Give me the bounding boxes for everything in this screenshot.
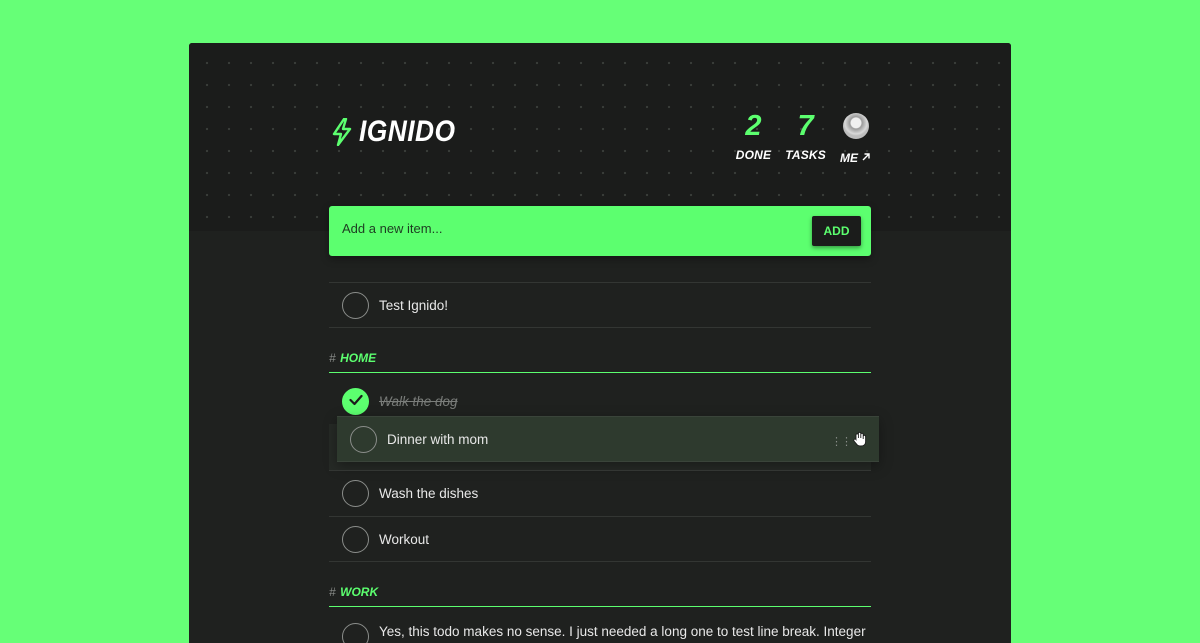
arrow-up-right-icon <box>861 149 871 167</box>
app-logo[interactable]: IGNIDO <box>331 115 469 149</box>
checkbox[interactable] <box>342 623 369 643</box>
inbox-list: Test Ignido! <box>329 282 871 328</box>
header-band <box>189 43 1011 231</box>
section-header-work: # WORK <box>329 583 871 607</box>
section-hash: # <box>329 351 336 365</box>
tasks-label: TASKS <box>785 148 826 162</box>
add-button[interactable]: ADD <box>812 216 861 246</box>
home-list-continued: Wash the dishes Workout <box>329 470 871 562</box>
item-label: Yes, this todo makes no sense. I just ne… <box>379 624 866 639</box>
drag-handle[interactable]: ⋮⋮ <box>831 431 867 452</box>
item-label: Walk the dog <box>379 394 458 409</box>
checkbox[interactable] <box>342 525 369 553</box>
section-name: WORK <box>340 585 379 599</box>
list-item[interactable]: Test Ignido! <box>329 282 871 328</box>
section-header-home: # HOME <box>329 349 871 373</box>
app-window: IGNIDO 2 DONE 7 TASKS ME ADD <box>189 43 1011 643</box>
checkbox[interactable] <box>350 425 377 453</box>
tasks-stat: 7 TASKS <box>785 111 826 162</box>
me-label: ME <box>840 151 858 165</box>
list-item[interactable]: Wash the dishes <box>329 470 871 516</box>
checkmark-icon <box>348 393 363 411</box>
done-stat: 2 DONE <box>736 111 771 162</box>
checkbox[interactable] <box>342 480 369 507</box>
checkbox[interactable] <box>342 291 369 319</box>
item-label: Workout <box>379 531 430 547</box>
add-item-bar: ADD <box>329 206 871 256</box>
profile-link[interactable]: ME <box>840 111 871 167</box>
lightning-bolt-icon <box>331 118 353 146</box>
avatar[interactable] <box>842 113 869 139</box>
dragging-list-item[interactable]: Dinner with mom ⋮⋮ <box>337 416 879 462</box>
section-hash: # <box>329 585 336 599</box>
done-label: DONE <box>735 148 772 162</box>
item-label: Wash the dishes <box>379 486 479 501</box>
checkbox-checked[interactable] <box>342 388 369 415</box>
drag-handle-icon: ⋮⋮ <box>831 435 852 448</box>
item-label: Test Ignido! <box>379 297 449 313</box>
tasks-count: 7 <box>797 110 814 142</box>
grab-hand-cursor-icon <box>853 431 867 452</box>
app-name: IGNIDO <box>359 115 456 148</box>
list-item[interactable]: Yes, this todo makes no sense. I just ne… <box>329 613 871 643</box>
done-count: 2 <box>745 110 762 142</box>
work-list: Yes, this todo makes no sense. I just ne… <box>329 613 871 643</box>
stats-panel: 2 DONE 7 TASKS ME <box>736 111 871 167</box>
new-item-input[interactable] <box>342 221 782 236</box>
section-name: HOME <box>340 351 377 365</box>
item-label: Dinner with mom <box>387 431 489 447</box>
list-item[interactable]: Workout <box>329 516 871 562</box>
